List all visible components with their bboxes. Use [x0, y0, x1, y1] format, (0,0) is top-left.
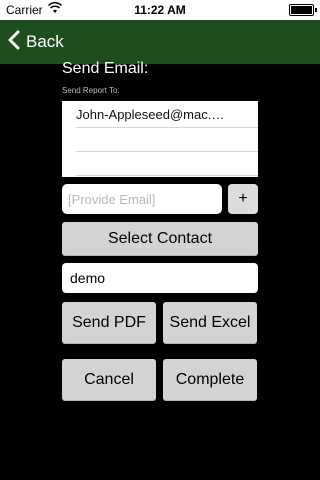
back-label: Back	[26, 32, 64, 51]
complete-button[interactable]: Complete	[163, 359, 257, 401]
list-item[interactable]	[76, 151, 258, 176]
cancel-button[interactable]: Cancel	[62, 359, 156, 401]
send-excel-button[interactable]: Send Excel	[163, 302, 257, 344]
status-time: 11:22 AM	[134, 3, 186, 17]
battery-icon	[289, 4, 317, 16]
send-pdf-button[interactable]: Send PDF	[62, 302, 156, 344]
list-item[interactable]	[76, 127, 258, 152]
chevron-left-icon	[8, 30, 20, 55]
add-email-button[interactable]: +	[228, 184, 258, 214]
name-field[interactable]	[62, 263, 258, 293]
navigation-bar: Back	[0, 20, 320, 64]
list-item[interactable]: John-Appleseed@mac.…	[76, 103, 258, 128]
status-bar: Carrier 11:22 AM	[0, 0, 320, 20]
back-button[interactable]: Back	[8, 28, 64, 56]
send-email-title: Send Email:	[62, 60, 149, 77]
email-field[interactable]	[62, 184, 222, 214]
send-report-to-label: Send Report To:	[62, 86, 120, 95]
select-contact-button[interactable]: Select Contact	[62, 222, 258, 256]
recipient-list[interactable]: John-Appleseed@mac.…	[62, 101, 258, 177]
